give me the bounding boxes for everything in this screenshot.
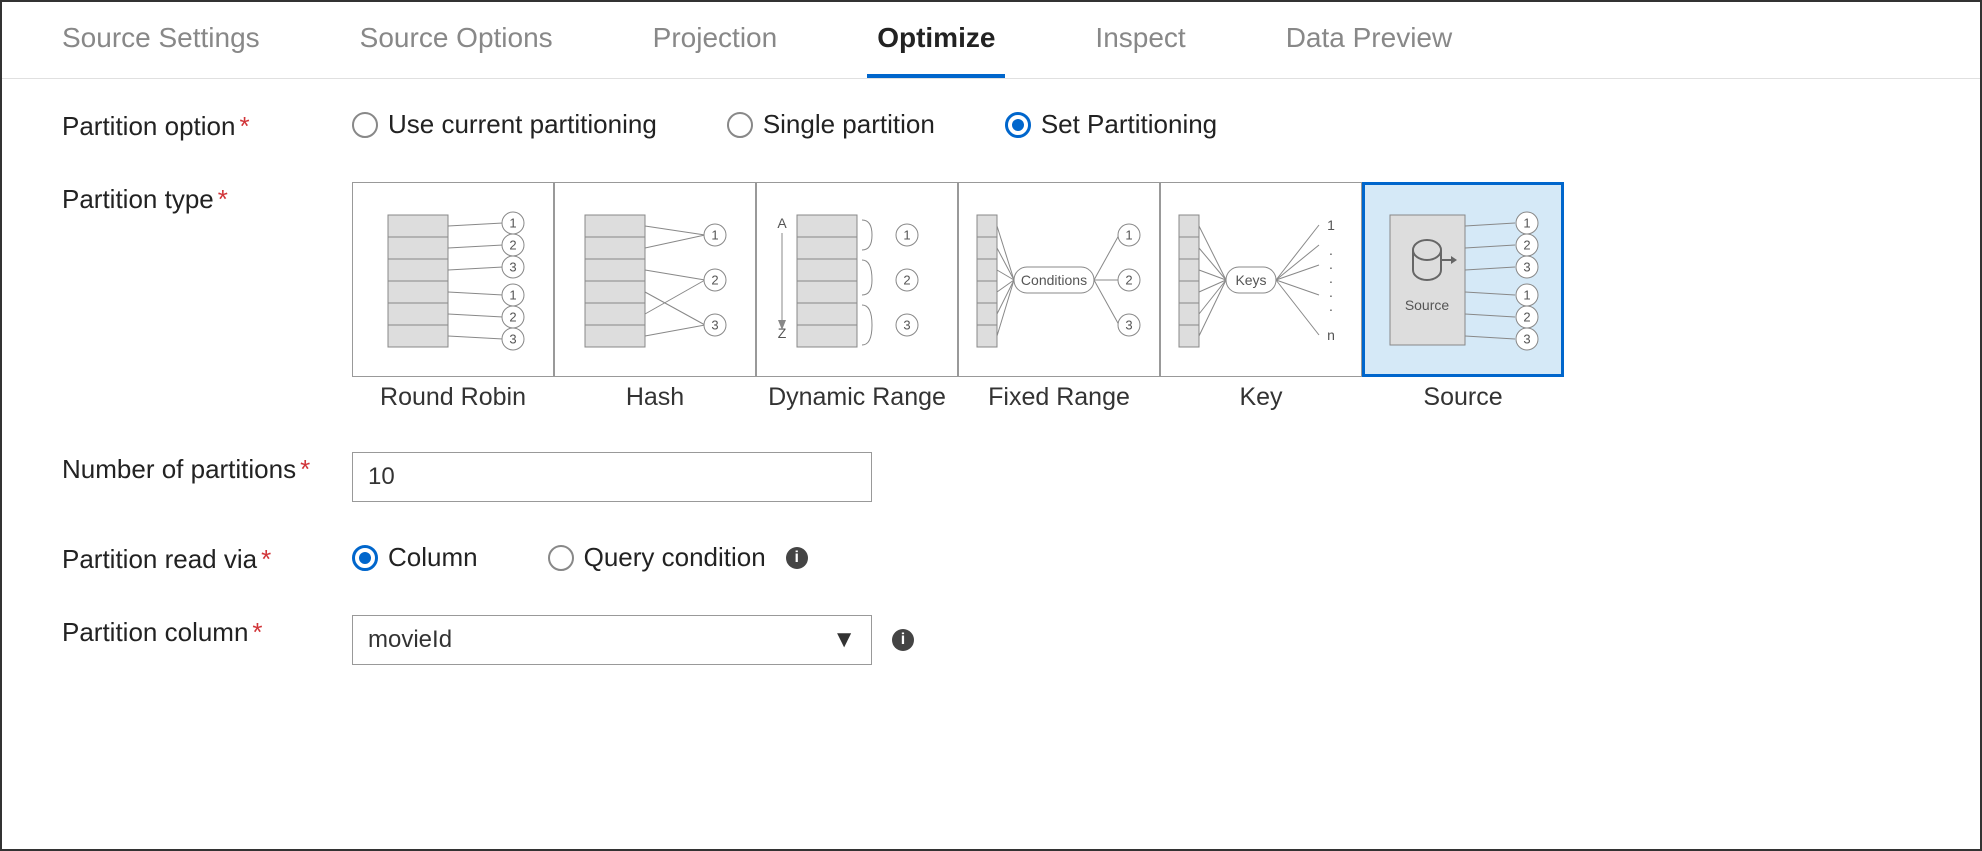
svg-text:Source: Source bbox=[1405, 297, 1450, 313]
partition-type-key[interactable]: Keys 1 · · · · · n bbox=[1160, 182, 1362, 377]
svg-text:2: 2 bbox=[509, 237, 516, 252]
partition-type-round-robin[interactable]: 1 2 3 1 2 3 bbox=[352, 182, 554, 377]
source-diagram-icon: Source 1 2 3 1 2 3 bbox=[1375, 195, 1551, 365]
svg-text:A: A bbox=[777, 215, 787, 231]
partition-column-select[interactable]: movieId ▼ bbox=[352, 615, 872, 665]
dynamic-range-diagram-icon: A Z 1 bbox=[767, 195, 947, 365]
svg-text:2: 2 bbox=[509, 309, 516, 324]
num-partitions-input[interactable] bbox=[352, 452, 872, 502]
partition-column-label: Partition column* bbox=[62, 615, 352, 648]
partition-read-via-label: Partition read via* bbox=[62, 542, 352, 575]
svg-text:3: 3 bbox=[711, 317, 718, 332]
svg-text:1: 1 bbox=[1327, 217, 1335, 233]
partition-option-label: Partition option* bbox=[62, 109, 352, 142]
svg-text:3: 3 bbox=[509, 331, 516, 346]
svg-text:1: 1 bbox=[903, 227, 910, 242]
tab-projection[interactable]: Projection bbox=[643, 2, 788, 78]
svg-text:·: · bbox=[1329, 301, 1334, 317]
svg-text:1: 1 bbox=[1523, 215, 1530, 230]
hash-diagram-icon: 1 2 3 bbox=[565, 195, 745, 365]
info-icon[interactable]: i bbox=[892, 629, 914, 651]
radio-icon bbox=[352, 545, 378, 571]
radio-read-via-column[interactable]: Column bbox=[352, 542, 478, 573]
svg-text:1: 1 bbox=[509, 287, 516, 302]
fixed-range-diagram-icon: Conditions 1 2 3 bbox=[969, 195, 1149, 365]
svg-text:1: 1 bbox=[1523, 287, 1530, 302]
partition-type-label: Partition type* bbox=[62, 182, 352, 215]
partition-type-fixed-range[interactable]: Conditions 1 2 3 bbox=[958, 182, 1160, 377]
svg-text:2: 2 bbox=[1523, 309, 1530, 324]
chevron-down-icon: ▼ bbox=[832, 626, 856, 654]
radio-use-current-partitioning[interactable]: Use current partitioning bbox=[352, 109, 657, 140]
svg-text:3: 3 bbox=[1125, 317, 1132, 332]
radio-icon bbox=[1005, 112, 1031, 138]
svg-text:n: n bbox=[1327, 327, 1335, 343]
radio-read-via-query-condition[interactable]: Query condition bbox=[548, 542, 766, 573]
svg-text:2: 2 bbox=[903, 272, 910, 287]
num-partitions-label: Number of partitions* bbox=[62, 452, 352, 485]
svg-text:2: 2 bbox=[711, 272, 718, 287]
partition-type-source[interactable]: Source 1 2 3 1 2 3 bbox=[1362, 182, 1564, 377]
radio-set-partitioning[interactable]: Set Partitioning bbox=[1005, 109, 1217, 140]
svg-text:3: 3 bbox=[1523, 331, 1530, 346]
svg-text:3: 3 bbox=[903, 317, 910, 332]
tab-inspect[interactable]: Inspect bbox=[1085, 2, 1195, 78]
svg-text:1: 1 bbox=[1125, 227, 1132, 242]
radio-icon bbox=[727, 112, 753, 138]
svg-text:1: 1 bbox=[509, 215, 516, 230]
svg-text:3: 3 bbox=[1523, 259, 1530, 274]
partition-type-hash[interactable]: 1 2 3 bbox=[554, 182, 756, 377]
svg-text:2: 2 bbox=[1125, 272, 1132, 287]
tabs-bar: Source Settings Source Options Projectio… bbox=[2, 2, 1980, 79]
svg-text:2: 2 bbox=[1523, 237, 1530, 252]
tab-data-preview[interactable]: Data Preview bbox=[1276, 2, 1463, 78]
tab-source-settings[interactable]: Source Settings bbox=[52, 2, 270, 78]
svg-text:Keys: Keys bbox=[1235, 272, 1266, 288]
round-robin-diagram-icon: 1 2 3 1 2 3 bbox=[363, 195, 543, 365]
svg-text:1: 1 bbox=[711, 227, 718, 242]
key-diagram-icon: Keys 1 · · · · · n bbox=[1171, 195, 1351, 365]
svg-text:Conditions: Conditions bbox=[1021, 272, 1087, 288]
radio-icon bbox=[548, 545, 574, 571]
tab-optimize[interactable]: Optimize bbox=[867, 2, 1005, 78]
radio-icon bbox=[352, 112, 378, 138]
partition-type-dynamic-range[interactable]: A Z 1 bbox=[756, 182, 958, 377]
info-icon[interactable]: i bbox=[786, 547, 808, 569]
svg-text:3: 3 bbox=[509, 259, 516, 274]
radio-single-partition[interactable]: Single partition bbox=[727, 109, 935, 140]
tab-source-options[interactable]: Source Options bbox=[350, 2, 563, 78]
